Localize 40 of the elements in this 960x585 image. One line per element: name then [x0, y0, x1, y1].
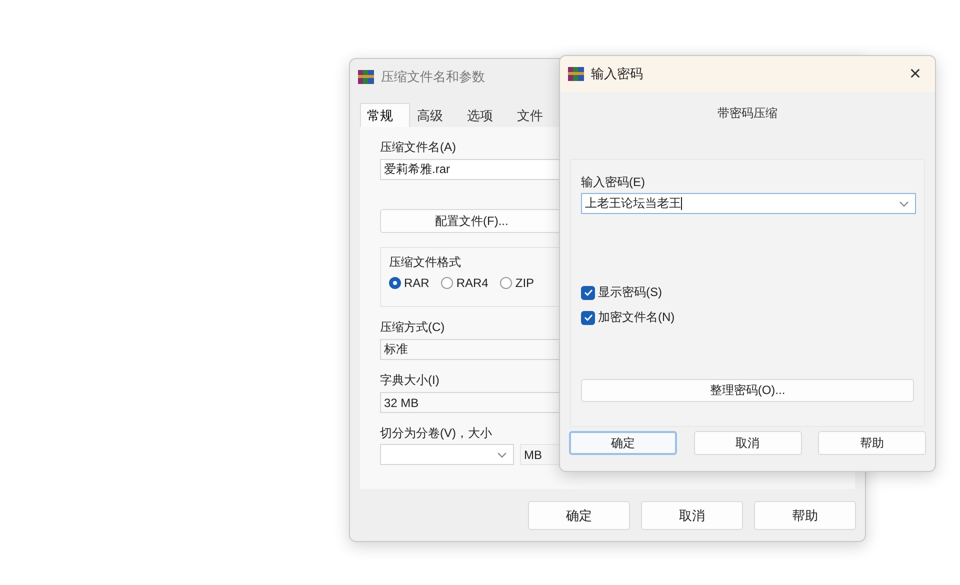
checkmark-icon [582, 287, 594, 298]
dialog-button[interactable]: 帮助 [818, 431, 926, 455]
tab[interactable]: 常规 [360, 103, 410, 128]
radio-label: RAR4 [456, 276, 488, 290]
radio-button[interactable] [389, 277, 401, 289]
tab[interactable]: 选项 [460, 103, 510, 128]
window-title: 输入密码 [591, 65, 643, 83]
field-label: 字典大小(I) [380, 372, 440, 388]
tab[interactable]: 文件 [510, 103, 560, 128]
dialog-button[interactable]: 确定 [528, 501, 630, 530]
dialog-button[interactable]: 取消 [641, 501, 743, 530]
app-icon [358, 69, 374, 85]
checkbox-label: 加密文件名(N) [598, 309, 675, 326]
radio-label: RAR [404, 276, 430, 290]
chevron-down-icon [899, 200, 909, 206]
dialog-button[interactable]: 确定 [569, 431, 677, 455]
tab[interactable]: 高级 [410, 103, 460, 128]
window-title: 压缩文件名和参数 [381, 68, 485, 86]
radio-option[interactable]: RAR [389, 276, 430, 290]
radio-option[interactable]: ZIP [500, 276, 534, 290]
field-label: 压缩方式(C) [380, 319, 446, 335]
dialog-heading: 带密码压缩 [716, 105, 778, 121]
app-icon [568, 66, 584, 82]
dialog-button[interactable]: 帮助 [754, 501, 856, 530]
radio-option[interactable]: RAR4 [441, 276, 488, 290]
password-field[interactable]: 上老王论坛当老王 [581, 193, 916, 214]
chevron-down-icon [497, 452, 507, 458]
radio-button[interactable] [441, 277, 454, 289]
organize-button[interactable]: 整理密码(O)... [581, 379, 914, 402]
checkbox[interactable] [581, 286, 595, 300]
checkbox-label: 显示密码(S) [598, 284, 662, 301]
checkmark-icon [582, 312, 594, 323]
field-label: 切分为分卷(V)，大小 [380, 425, 493, 441]
close-button[interactable]: × [903, 64, 927, 84]
checkbox[interactable] [581, 310, 595, 324]
field-label: 压缩文件名(A) [380, 139, 457, 155]
radio-label: ZIP [515, 276, 534, 290]
dialog-button[interactable]: 取消 [694, 431, 802, 455]
radio-button[interactable] [500, 277, 512, 289]
group-label: 压缩文件格式 [389, 254, 462, 270]
